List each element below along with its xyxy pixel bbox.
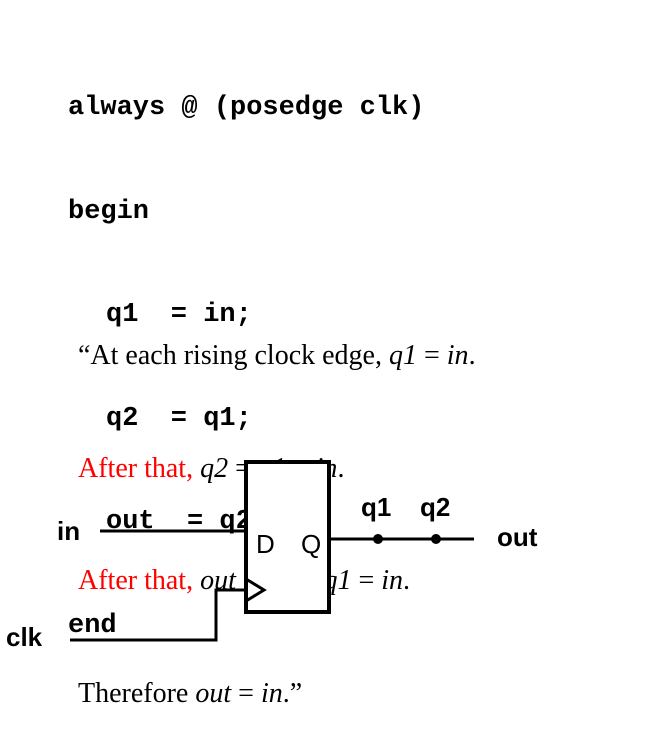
node-q1-label: q1 bbox=[361, 492, 391, 522]
output-label: out bbox=[497, 522, 538, 552]
input-label: in bbox=[57, 516, 80, 546]
node-q2-dot bbox=[431, 534, 441, 544]
clock-label: clk bbox=[6, 622, 43, 652]
d-pin-label: D bbox=[256, 529, 275, 559]
clock-wire bbox=[70, 588, 246, 642]
node-q2-label: q2 bbox=[420, 492, 450, 522]
flip-flop-circuit-diagram: in clk D Q q1 q2 out bbox=[6, 460, 538, 652]
node-q1-dot bbox=[373, 534, 383, 544]
q-pin-label: Q bbox=[301, 529, 321, 559]
explanation-line-4: Therefore out = in.” bbox=[78, 677, 303, 709]
